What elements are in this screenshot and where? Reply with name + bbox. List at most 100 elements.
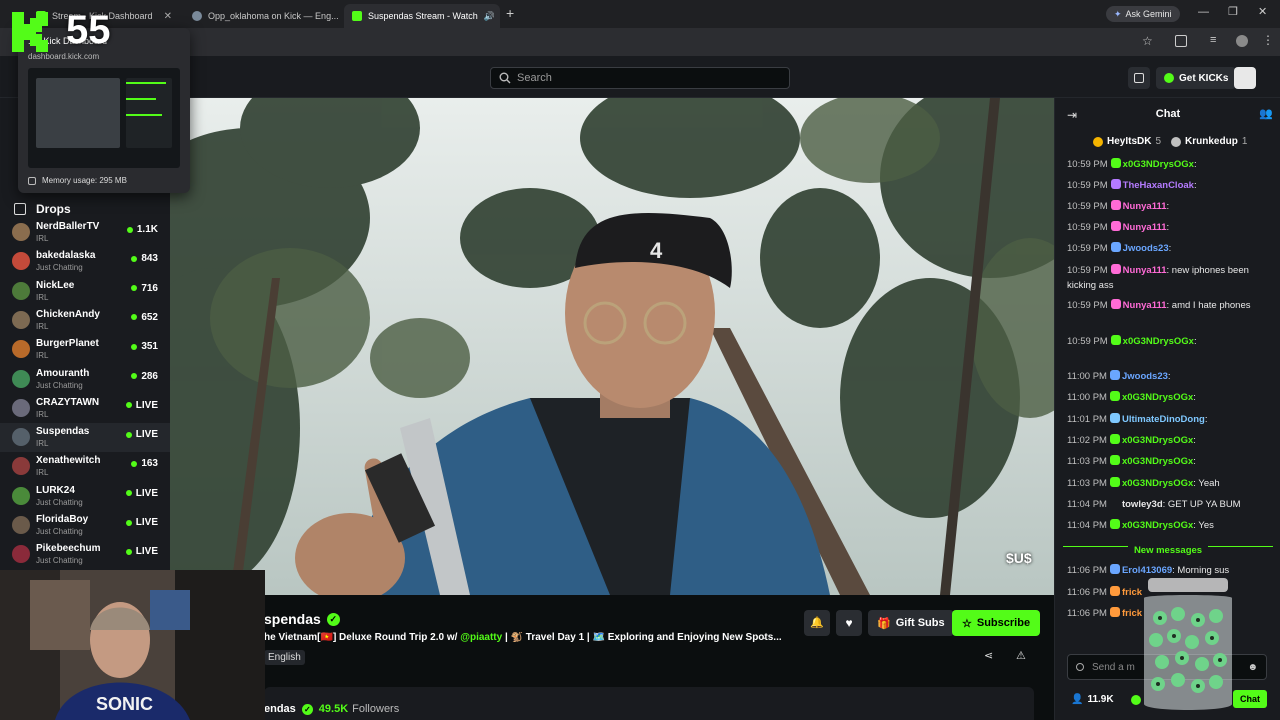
channel-category: Just Chatting (36, 527, 83, 536)
message-timestamp: 11:04 PM (1067, 520, 1107, 531)
subscriber-badge-icon (1110, 158, 1121, 168)
message-timestamp: 10:59 PM (1067, 243, 1108, 254)
sidebar-channel-item[interactable]: Xenathewitch IRL 163 (0, 452, 170, 481)
message-username[interactable]: x0G3NDrysOGx (1123, 159, 1194, 170)
followers-count: 49.5K (318, 703, 349, 715)
library-icon[interactable] (1128, 67, 1150, 89)
report-icon[interactable]: ⚠ (1016, 649, 1026, 662)
get-kicks-label: Get KICKs (1179, 72, 1229, 84)
sidebar-channel-item[interactable]: ChickenAndy IRL 652 (0, 306, 170, 335)
subscribe-button[interactable]: ☆ Subscribe (952, 610, 1041, 636)
search-input[interactable]: Search (490, 67, 790, 89)
user-avatar[interactable] (1234, 67, 1256, 89)
follow-heart-icon[interactable]: ♥ (836, 610, 862, 636)
sidebar-channel-item[interactable]: FloridaBoy Just Chatting LIVE (0, 511, 170, 540)
star-icon[interactable]: ☆ (1142, 34, 1153, 48)
address-bar: ☆ ≡ ⋮ (0, 28, 1280, 56)
close-tab-icon[interactable]: ✕ (158, 11, 172, 22)
tab-thumbnail (28, 68, 180, 168)
gifter-1-name[interactable]: HeyItsDK (1107, 136, 1151, 147)
channel-name: Xenathewitch (36, 455, 101, 467)
ask-gemini-button[interactable]: ✦ Ask Gemini (1106, 6, 1180, 22)
gifter-2-name[interactable]: Krunkedup (1185, 136, 1238, 147)
subscriber-badge-icon (1109, 477, 1120, 487)
viewer-count: 1.1K (136, 224, 158, 235)
sidebar-channel-item[interactable]: Suspendas IRL LIVE (0, 423, 170, 453)
message-text: : (1193, 336, 1197, 347)
notification-bell-icon[interactable]: 🔔 (804, 610, 830, 636)
message-text: : amd I hate phones (1166, 300, 1251, 311)
maximize-icon[interactable]: ❐ (1228, 5, 1238, 18)
message-username[interactable]: Nunya111 (1123, 265, 1167, 276)
minimize-icon[interactable]: — (1198, 6, 1209, 18)
chat-message: 11:04 PM towley3d: GET UP YA BUM (1067, 497, 1273, 512)
message-username[interactable]: x0G3NDrysOGx (1122, 435, 1193, 446)
channel-name[interactable]: spendas ✓ (264, 611, 340, 627)
channel-category: IRL (36, 351, 49, 361)
gifter-rank-1-icon (1093, 136, 1103, 147)
message-username[interactable]: Nunya111 (1123, 201, 1167, 212)
tab-opp-oklahoma[interactable]: Opp_oklahoma on Kick — Eng... ✕ (184, 4, 340, 28)
new-messages-banner[interactable]: New messages (1055, 542, 1280, 556)
sidebar-channel-item[interactable]: CRAZYTAWN IRL LIVE (0, 394, 170, 423)
sidebar-channel-item[interactable]: Amouranth Just Chatting 286 (0, 365, 170, 394)
tab-suspendas[interactable]: Suspendas Stream - Watch 🔊 ✕ (344, 4, 500, 28)
sidebar-channel-item[interactable]: bakedalaska Just Chatting 843 (0, 247, 170, 276)
close-window-icon[interactable]: ✕ (1258, 5, 1267, 18)
channel-name: ChickenAndy (36, 308, 100, 320)
chat-message: 10:59 PM Jwoods23: (1067, 241, 1273, 256)
sidebar-channel-item[interactable]: BurgerPlanet IRL 351 (0, 335, 170, 364)
language-tag[interactable]: English (264, 650, 305, 665)
chat-users-icon[interactable]: 👥 (1259, 107, 1273, 120)
speaker-icon[interactable]: 🔊 (484, 11, 495, 22)
live-dot-icon (126, 226, 133, 233)
message-username[interactable]: x0G3NDrysOGx (1122, 392, 1193, 403)
message-username[interactable]: x0G3NDrysOGx (1122, 520, 1193, 531)
menu-dots-icon[interactable]: ⋮ (1262, 33, 1274, 47)
message-username[interactable]: Jwoods23 (1123, 243, 1169, 254)
message-username[interactable]: x0G3NDrysOGx (1122, 456, 1193, 467)
message-username[interactable]: Jwoods23 (1122, 371, 1168, 382)
gummy-jar-overlay (1140, 578, 1236, 714)
sidebar-channel-item[interactable]: NerdBallerTV IRL 1.1K (0, 218, 170, 247)
channel-name: NickLee (36, 279, 75, 291)
verified-icon: ✓ (326, 612, 340, 626)
new-tab-button[interactable]: + (506, 5, 514, 21)
message-username[interactable]: TheHaxanCloak (1123, 180, 1194, 191)
subscriber-badge-icon (1110, 179, 1121, 189)
video-player[interactable]: 4 $U$ (170, 98, 1054, 595)
message-username[interactable]: UltimateDinoDong (1122, 414, 1205, 425)
sidebar-channel-item[interactable]: NickLee IRL 716 (0, 277, 170, 306)
message-username[interactable]: Nunya111 (1123, 300, 1167, 311)
channel-avatar (12, 369, 30, 388)
share-icon[interactable]: ⋖ (984, 649, 993, 662)
get-kicks-button[interactable]: Get KICKs (1156, 67, 1237, 89)
chat-message: 10:59 PM Nunya111: new iphones been kicki… (1067, 263, 1273, 293)
profile-icon[interactable] (1236, 35, 1248, 47)
close-tab-icon[interactable]: ✕ (495, 11, 500, 22)
message-timestamp: 11:02 PM (1067, 435, 1107, 446)
channel-avatar (12, 457, 30, 476)
message-username[interactable]: Erol413069 (1122, 565, 1172, 576)
message-username[interactable]: towley3d (1122, 499, 1163, 510)
sidebar-channel-item[interactable]: LURK24 Just Chatting LIVE (0, 482, 170, 511)
chat-send-button[interactable]: Chat (1233, 690, 1267, 708)
tab-title: Suspendas Stream - Watch (368, 11, 478, 21)
extensions-icon[interactable] (1175, 35, 1187, 47)
sidebar-channel-item[interactable]: Pikebeechum Just Chatting LIVE (0, 540, 170, 569)
message-username[interactable]: x0G3NDrysOGx (1123, 336, 1194, 347)
message-timestamp: 11:00 PM (1067, 371, 1107, 382)
channel-avatar (12, 486, 30, 505)
message-username[interactable]: x0G3NDrysOGx (1122, 478, 1193, 489)
kick-logo-icon (12, 12, 48, 52)
stream-title-mention[interactable]: @piaatty (460, 632, 502, 643)
drops-nav-item[interactable]: Drops (14, 202, 164, 216)
close-tab-icon[interactable]: ✕ (339, 11, 340, 22)
message-username[interactable]: Nunya111 (1123, 222, 1167, 233)
gift-subs-button[interactable]: 🎁 Gift Subs (868, 610, 954, 636)
expand-title-chevron-icon[interactable]: ⌄ (760, 631, 768, 642)
emoji-icon[interactable]: ☻ (1247, 662, 1258, 673)
playlist-icon[interactable]: ≡ (1210, 34, 1216, 46)
subscriber-badge-icon (1109, 391, 1120, 401)
channel-viewers: 716 (131, 283, 158, 294)
